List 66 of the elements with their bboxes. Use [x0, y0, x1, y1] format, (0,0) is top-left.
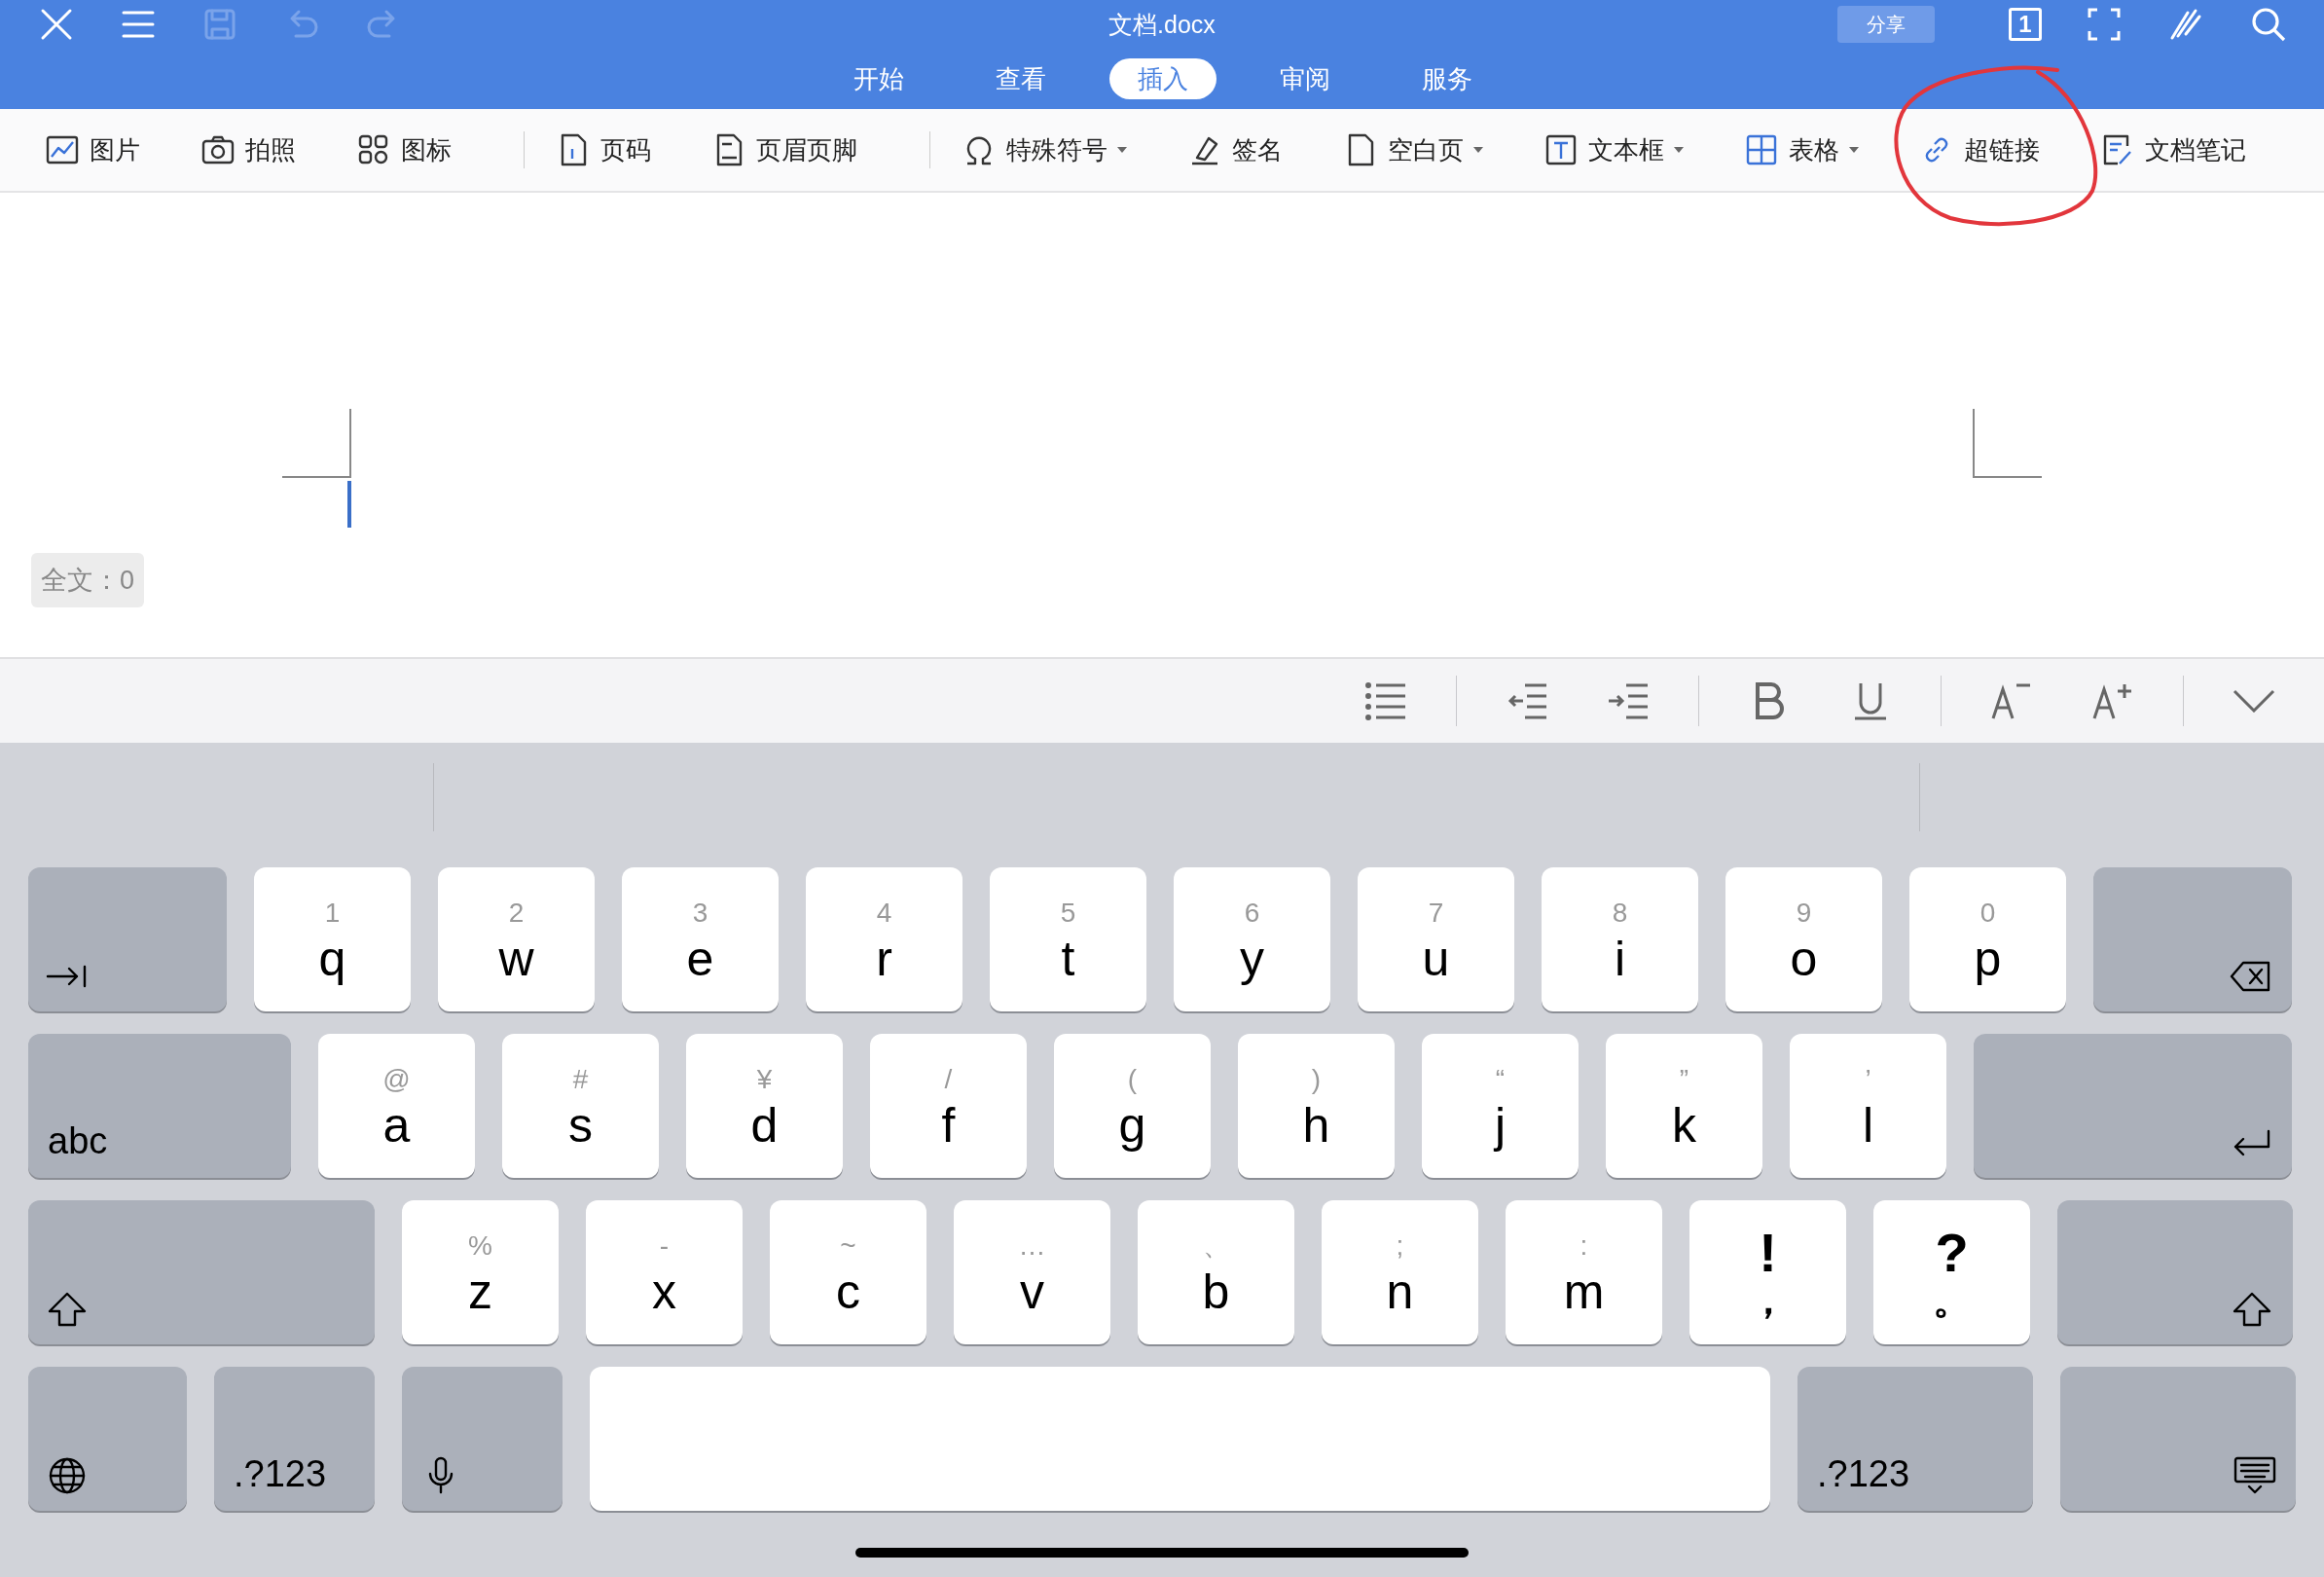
- caret-icon: [1849, 147, 1859, 153]
- globe-key[interactable]: [28, 1367, 187, 1511]
- document-title: 文档.docx: [1108, 9, 1216, 40]
- letter-key[interactable]: 9 o: [1725, 867, 1882, 1011]
- letter-key[interactable]: 6 y: [1174, 867, 1330, 1011]
- letter-key[interactable]: ” k: [1606, 1034, 1762, 1178]
- letter-key[interactable]: 3 e: [622, 867, 779, 1011]
- word-count: 全文：0: [31, 553, 145, 607]
- letter-key[interactable]: @ a: [318, 1034, 475, 1178]
- letter-key[interactable]: : m: [1506, 1200, 1662, 1344]
- letter-key[interactable]: ) h: [1238, 1034, 1395, 1178]
- text-box-icon: [1543, 132, 1579, 167]
- letter-key[interactable]: “ j: [1422, 1034, 1579, 1178]
- toolbar-button[interactable]: 图片: [45, 132, 140, 167]
- search-icon[interactable]: [2250, 6, 2287, 43]
- ribbon-tab[interactable]: 审阅: [1252, 58, 1359, 99]
- letter-key[interactable]: % z: [402, 1200, 559, 1344]
- letter-key[interactable]: / f: [870, 1034, 1027, 1178]
- letter-key[interactable]: … v: [954, 1200, 1110, 1344]
- toolbar-button[interactable]: 表格: [1744, 132, 1859, 167]
- letter-key[interactable]: 7 u: [1358, 867, 1514, 1011]
- shift-icon: [46, 1290, 89, 1329]
- toolbar-button[interactable]: 空白页: [1343, 132, 1483, 167]
- toolbar-button[interactable]: 文档笔记: [2100, 132, 2246, 167]
- letter-key[interactable]: ( g: [1054, 1034, 1211, 1178]
- abc-key[interactable]: abc: [28, 1034, 291, 1178]
- letter-key[interactable]: 8 i: [1542, 867, 1698, 1011]
- toolbar-button[interactable]: 图标: [356, 132, 452, 167]
- letter-key[interactable]: ¥ d: [686, 1034, 843, 1178]
- letter-key[interactable]: 4 r: [806, 867, 962, 1011]
- letter-key[interactable]: # s: [502, 1034, 659, 1178]
- toolbar-button[interactable]: 页码: [556, 132, 651, 167]
- margin-corner-mark: [282, 409, 352, 479]
- caret-icon: [1473, 147, 1483, 153]
- shift-icon: [2231, 1290, 2273, 1329]
- fullscreen-icon[interactable]: [2087, 7, 2122, 42]
- keyboard-icon: [2233, 1456, 2276, 1495]
- margin-corner-mark: [1972, 409, 2042, 479]
- letter-key[interactable]: - x: [586, 1200, 743, 1344]
- ribbon-tab[interactable]: 查看: [967, 58, 1074, 99]
- toolbar-button[interactable]: 签名: [1187, 132, 1283, 167]
- toolbar-button[interactable]: 拍照: [200, 132, 296, 167]
- numbers-key[interactable]: .?123: [214, 1367, 375, 1511]
- letter-key[interactable]: 2 w: [438, 867, 595, 1011]
- toolbar-button[interactable]: 超链接: [1919, 132, 2040, 167]
- toolbar-button[interactable]: 页眉页脚: [711, 132, 857, 167]
- letter-key[interactable]: 0 p: [1909, 867, 2066, 1011]
- ribbon-tab[interactable]: 服务: [1394, 58, 1501, 99]
- ribbon-tab[interactable]: 开始: [825, 58, 932, 99]
- letter-key[interactable]: ~ c: [770, 1200, 926, 1344]
- toolbar-button[interactable]: 特殊符号: [962, 132, 1127, 167]
- letter-key[interactable]: 、 b: [1138, 1200, 1294, 1344]
- letter-key[interactable]: 5 t: [990, 867, 1146, 1011]
- caret-icon: [1117, 147, 1127, 153]
- punctuation-key[interactable]: ! ，: [1689, 1200, 1846, 1344]
- numbers-key[interactable]: .?123: [1797, 1367, 2033, 1511]
- toolbar-button[interactable]: 文本框: [1543, 132, 1684, 167]
- text-cursor: [347, 481, 351, 528]
- table-icon: [1744, 132, 1779, 167]
- letter-key[interactable]: 1 q: [254, 867, 411, 1011]
- punctuation-key[interactable]: ? 。: [1873, 1200, 2030, 1344]
- caret-icon: [1674, 147, 1684, 153]
- page-indicator[interactable]: 1: [2009, 8, 2042, 41]
- letter-key[interactable]: ; n: [1322, 1200, 1478, 1344]
- ribbon-tab[interactable]: 插入: [1109, 58, 1216, 99]
- letter-key[interactable]: ’ l: [1790, 1034, 1946, 1178]
